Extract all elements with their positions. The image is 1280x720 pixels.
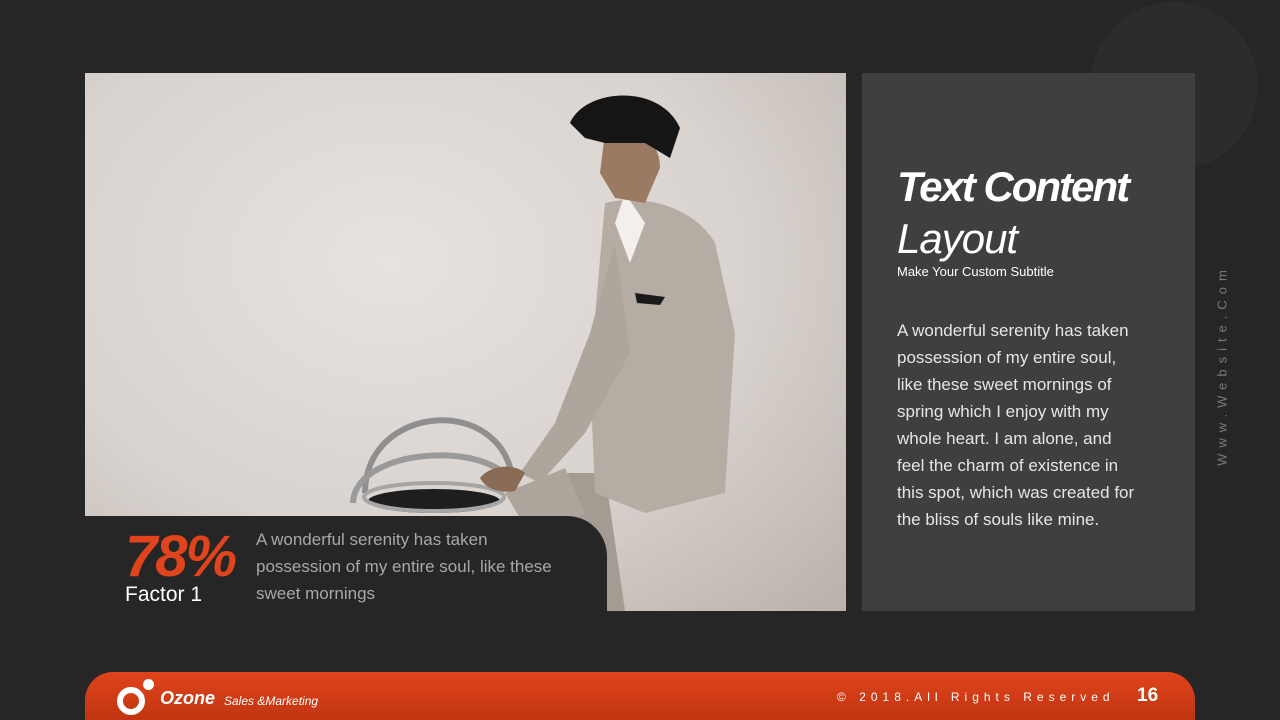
logo-ring-icon [117, 687, 145, 715]
body-paragraph: A wonderful serenity has taken possessio… [897, 321, 1135, 529]
title-primary: Text Content [897, 163, 1130, 210]
page-number: 16 [1137, 685, 1159, 706]
subtitle: Make Your Custom Subtitle [897, 264, 1054, 279]
stat-panel: 78% Factor 1 A wonderful serenity has ta… [85, 516, 607, 611]
logo-dot-icon [143, 679, 154, 690]
website-vertical-text: Www.Website.Com [1214, 264, 1230, 466]
footer-bar: Ozone Sales &Marketing © 2018.All Rights… [85, 672, 1195, 720]
brand-name: Ozone [160, 688, 216, 708]
brand-tagline: Sales &Marketing [224, 694, 319, 708]
title-secondary: Layout [897, 215, 1018, 262]
copyright-text: © 2018.All Rights Reserved [837, 690, 1115, 704]
text-content-panel: Text Content Layout Make Your Custom Sub… [862, 73, 1195, 611]
stat-description: A wonderful serenity has taken possessio… [256, 530, 552, 603]
stat-label: Factor 1 [125, 583, 203, 606]
stat-percentage: 78% [125, 524, 237, 589]
